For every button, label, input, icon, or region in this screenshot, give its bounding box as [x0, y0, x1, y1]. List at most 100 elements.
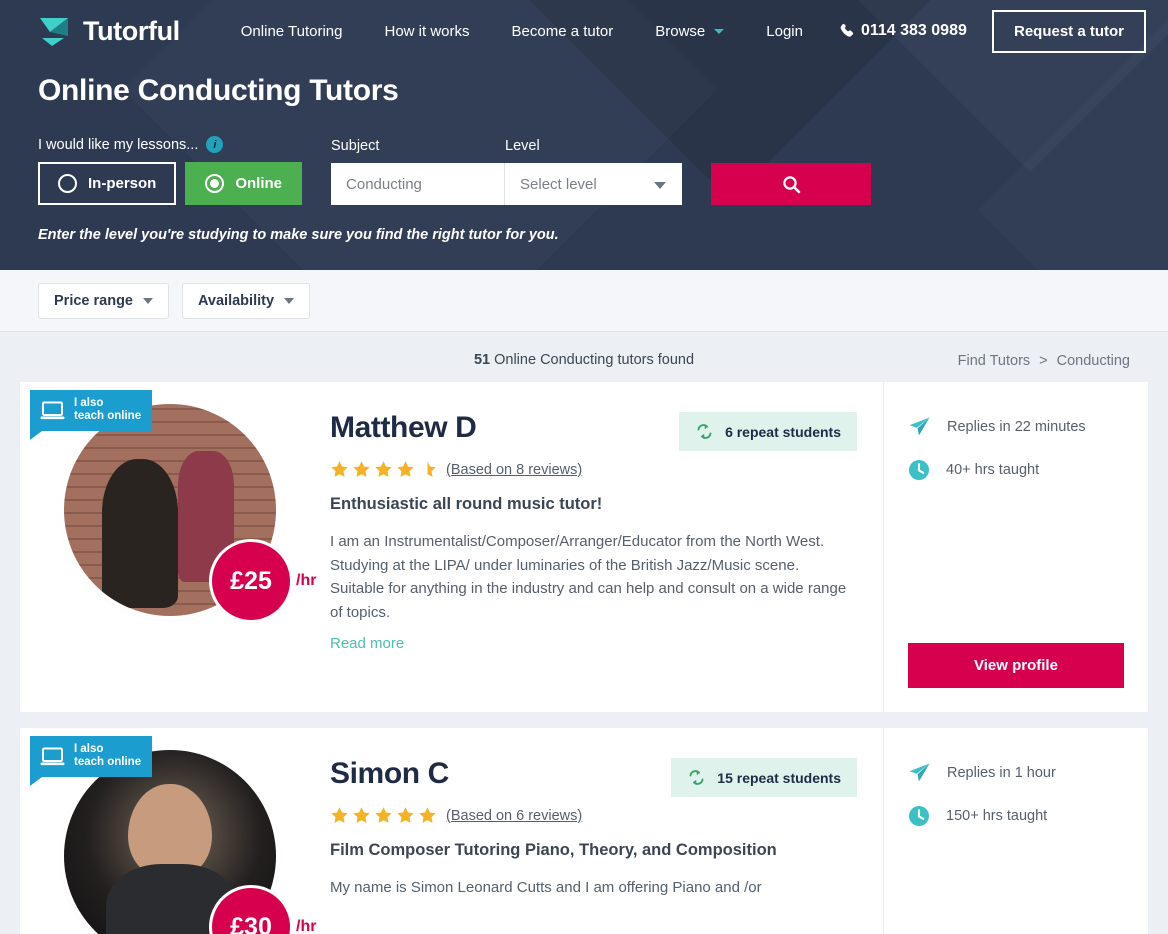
tutor-name-row: Simon C 15 repeat students: [330, 758, 857, 797]
hero-body: Online Conducting Tutors I would like my…: [0, 62, 1168, 205]
star-icon: [331, 461, 348, 477]
paper-plane-icon: [908, 762, 931, 783]
phone-number[interactable]: 0114 383 0989: [840, 22, 967, 40]
repeat-icon: [687, 769, 706, 786]
subject-group: Subject: [331, 138, 506, 205]
results-count: 51 Online Conducting tutors found: [474, 352, 694, 368]
star-icon: [419, 807, 436, 823]
rating-row: (Based on 8 reviews): [330, 460, 857, 479]
toggle-in-person[interactable]: In-person: [38, 162, 177, 205]
toggle-online[interactable]: Online: [185, 162, 303, 205]
tutor-name[interactable]: Simon C: [330, 758, 655, 790]
repeat-students-badge: 15 repeat students: [671, 758, 857, 797]
reviews-link[interactable]: (Based on 6 reviews): [446, 808, 582, 824]
radio-unselected-icon: [58, 174, 77, 193]
badge-line-1: I also: [74, 397, 104, 409]
rating-row: (Based on 6 reviews): [330, 806, 857, 825]
site-logo[interactable]: Tutorful: [38, 14, 180, 48]
tutor-search-form: I would like my lessons... i In-person O…: [38, 136, 1130, 205]
badge-line-2: teach online: [74, 410, 142, 423]
filter-availability[interactable]: Availability: [182, 282, 311, 319]
star-rating: [330, 806, 437, 825]
hours-taught-text: 40+ hrs taught: [946, 462, 1040, 478]
view-profile-button[interactable]: View profile: [908, 643, 1124, 688]
star-icon: [353, 461, 370, 477]
breadcrumb-separator: >: [1039, 353, 1048, 369]
results-count-suffix: Online Conducting tutors found: [490, 352, 695, 368]
repeat-students-text: 15 repeat students: [717, 769, 841, 786]
chevron-down-icon: [143, 297, 153, 304]
price-badge: £25: [212, 542, 290, 620]
request-a-tutor-button[interactable]: Request a tutor: [991, 9, 1146, 53]
laptop-icon: [40, 401, 65, 420]
subject-level-group: Subject Level: [331, 138, 683, 205]
star-icon: [397, 807, 414, 823]
subject-input[interactable]: [331, 163, 506, 205]
tutor-card[interactable]: I also teach online £25 /hr Matthew D 6 …: [20, 382, 1148, 712]
phone-number-text: 0114 383 0989: [860, 22, 967, 39]
read-more-link[interactable]: Read more: [330, 635, 404, 652]
star-icon: [375, 461, 392, 477]
tutor-bio: My name is Simon Leonard Cutts and I am …: [330, 879, 762, 896]
filter-price-range[interactable]: Price range: [38, 282, 169, 319]
price-unit: /hr: [296, 918, 317, 934]
level-group: Level: [505, 138, 683, 205]
badge-line-2: teach online: [74, 756, 142, 769]
tutorful-logo-icon: [38, 14, 74, 48]
tutor-card-side: Replies in 1 hour 150+ hrs taught: [883, 728, 1148, 934]
breadcrumb-current: Conducting: [1056, 353, 1130, 369]
lesson-mode-toggles: In-person Online: [38, 162, 303, 205]
filter-price-range-label: Price range: [54, 292, 133, 309]
lesson-mode-group: I would like my lessons... i In-person O…: [38, 136, 303, 205]
tutor-name[interactable]: Matthew D: [330, 412, 663, 444]
reviews-link[interactable]: (Based on 8 reviews): [446, 462, 582, 478]
reply-time-text: Replies in 1 hour: [947, 764, 1056, 781]
repeat-icon: [695, 423, 714, 440]
site-hero: Tutorful Online Tutoring How it works Be…: [0, 0, 1168, 270]
tutor-card-main: Simon C 15 repeat students (Based on 6 r…: [320, 728, 883, 934]
nav-link-login[interactable]: Login: [745, 17, 824, 46]
price-unit: /hr: [296, 572, 317, 589]
tutor-card[interactable]: I also teach online £30 /hr Simon C 15 r…: [20, 728, 1148, 934]
page-title: Online Conducting Tutors: [38, 74, 399, 107]
star-icon: [375, 807, 392, 823]
hours-taught-row: 40+ hrs taught: [908, 459, 1124, 481]
radio-selected-icon: [205, 174, 225, 193]
info-icon[interactable]: i: [206, 136, 224, 153]
tutor-photo-column: £25 /hr: [20, 382, 320, 712]
hours-taught-row: 150+ hrs taught: [908, 805, 1124, 827]
half-star-icon: [427, 461, 436, 477]
breadcrumb-find-tutors[interactable]: Find Tutors: [958, 353, 1031, 369]
results-meta: 51 Online Conducting tutors found Find T…: [0, 332, 1168, 382]
tutor-headline: Film Composer Tutoring Piano, Theory, an…: [330, 841, 777, 859]
teaches-online-badge-text: I also teach online: [74, 397, 141, 423]
top-navbar: Tutorful Online Tutoring How it works Be…: [0, 0, 1168, 62]
nav-link-online-tutoring[interactable]: Online Tutoring: [220, 17, 364, 46]
search-button[interactable]: [711, 163, 872, 205]
search-icon: [782, 175, 801, 194]
reply-time-row: Replies in 1 hour: [908, 762, 1124, 783]
level-select-wrapper: [505, 163, 683, 205]
nav-link-become-a-tutor[interactable]: Become a tutor: [491, 17, 635, 46]
tutor-name-row: Matthew D 6 repeat students: [330, 412, 857, 451]
tutor-card-side: Replies in 22 minutes 40+ hrs taught Vie…: [883, 382, 1148, 712]
tutor-bio: I am an Instrumentalist/Composer/Arrange…: [330, 533, 847, 622]
filter-bar: Price range Availability: [0, 270, 1168, 332]
teaches-online-badge: I also teach online: [30, 390, 153, 441]
level-select[interactable]: [505, 163, 683, 205]
clock-icon: [908, 805, 930, 827]
teaches-online-badge: I also teach online: [30, 736, 153, 787]
nav-link-browse[interactable]: Browse: [634, 17, 745, 46]
hours-taught-text: 150+ hrs taught: [946, 808, 1048, 824]
breadcrumb: Find Tutors > Conducting: [958, 353, 1130, 369]
logo-text: Tutorful: [83, 15, 180, 46]
subject-label: Subject: [331, 138, 380, 154]
toggle-in-person-label: In-person: [88, 175, 157, 192]
star-icon: [353, 807, 370, 823]
paper-plane-icon: [908, 416, 931, 437]
filter-availability-label: Availability: [198, 292, 275, 309]
nav-link-how-it-works[interactable]: How it works: [364, 17, 491, 46]
tutor-headline: Enthusiastic all round music tutor!: [330, 495, 603, 513]
reply-time-text: Replies in 22 minutes: [947, 418, 1086, 435]
chevron-down-icon: [284, 297, 295, 304]
